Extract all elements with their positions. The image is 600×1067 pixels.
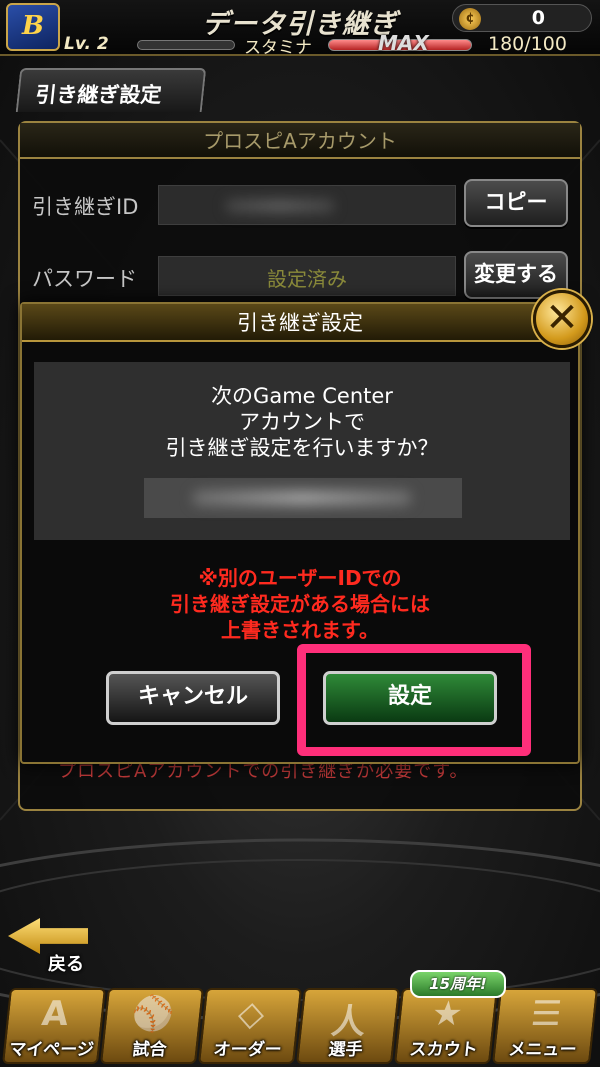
dialog-warning-line: 引き継ぎ設定がある場合には — [170, 592, 430, 616]
cancel-button[interactable]: キャンセル — [106, 671, 280, 725]
close-icon[interactable]: ✕ — [533, 290, 591, 348]
transfer-id-label: 引き継ぎID — [32, 195, 139, 219]
player-level: Lv. 2 — [64, 34, 109, 54]
top-status-bar: B データ引き継ぎ ¢ 0 Lv. 2 スタミナ MAX 180/100 — [0, 0, 600, 58]
nav-item-menu[interactable]: ☰ メニュー — [492, 988, 598, 1064]
nav-label: オーダー — [212, 1040, 283, 1060]
account-panel-title: プロスピAアカウント — [20, 123, 580, 159]
nav-item-game[interactable]: ⚾ 試合 — [100, 988, 204, 1064]
nav-label: メニュー — [507, 1040, 578, 1060]
dialog-message-line: 引き継ぎ設定を行いますか？ — [165, 436, 439, 460]
dialog-warning-line: ※別のユーザーIDでの — [198, 566, 402, 590]
password-field: 設定済み — [158, 256, 456, 296]
menu-icon: ☰ — [528, 994, 564, 1034]
coin-icon: ¢ — [459, 8, 481, 30]
password-status: 設定済み — [267, 267, 347, 291]
anniversary-badge: 15周年! — [410, 970, 506, 998]
bottom-nav: A マイページ ⚾ 試合 ◇ オーダー 人 選手 ★ スカウト ☰ メニュー — [0, 982, 600, 1067]
coin-counter[interactable]: ¢ 0 — [452, 4, 592, 32]
tab-label: 引き継ぎ設定 — [34, 83, 163, 107]
gamecenter-account-field — [144, 478, 462, 518]
stamina-value: 180/100 — [488, 33, 567, 55]
copy-button[interactable]: コピー — [464, 179, 568, 227]
level-progress-bar — [137, 40, 235, 50]
nav-label: 選手 — [327, 1040, 364, 1060]
confirm-settings-button[interactable]: 設定 — [323, 671, 497, 725]
transfer-confirm-dialog: 引き継ぎ設定 次のGame Center アカウントで 引き継ぎ設定を行いますか… — [20, 302, 580, 764]
stamina-max-label: MAX — [378, 31, 429, 55]
redacted-account — [192, 490, 412, 506]
nav-item-mypage[interactable]: A マイページ — [2, 988, 106, 1064]
password-label: パスワード — [32, 267, 137, 291]
back-label: 戻る — [48, 954, 84, 975]
coin-count: 0 — [531, 7, 545, 29]
redacted-id — [225, 199, 335, 213]
mypage-icon: A — [39, 994, 71, 1034]
team-logo: B — [6, 3, 60, 51]
scout-icon: ★ — [429, 994, 465, 1034]
dialog-title: 引き継ぎ設定 — [22, 304, 578, 342]
baseball-icon: ⚾ — [129, 994, 177, 1034]
tab-transfer-settings[interactable]: 引き継ぎ設定 — [15, 68, 207, 112]
diamond-field-icon: ◇ — [236, 994, 267, 1034]
dialog-message-box: 次のGame Center アカウントで 引き継ぎ設定を行いますか？ — [34, 362, 570, 540]
back-button[interactable]: 戻る — [0, 918, 92, 976]
transfer-id-field — [158, 185, 456, 225]
dialog-warning-line: 上書きされます。 — [221, 618, 379, 642]
nav-label: 試合 — [131, 1040, 168, 1060]
nav-item-order[interactable]: ◇ オーダー — [198, 988, 302, 1064]
stamina-label: スタミナ — [244, 38, 312, 58]
back-arrow-icon — [8, 918, 88, 954]
nav-item-players[interactable]: 人 選手 — [296, 988, 400, 1064]
nav-label: スカウト — [408, 1040, 479, 1060]
nav-item-scout[interactable]: ★ スカウト — [394, 988, 498, 1064]
nav-label: マイページ — [8, 1040, 95, 1060]
